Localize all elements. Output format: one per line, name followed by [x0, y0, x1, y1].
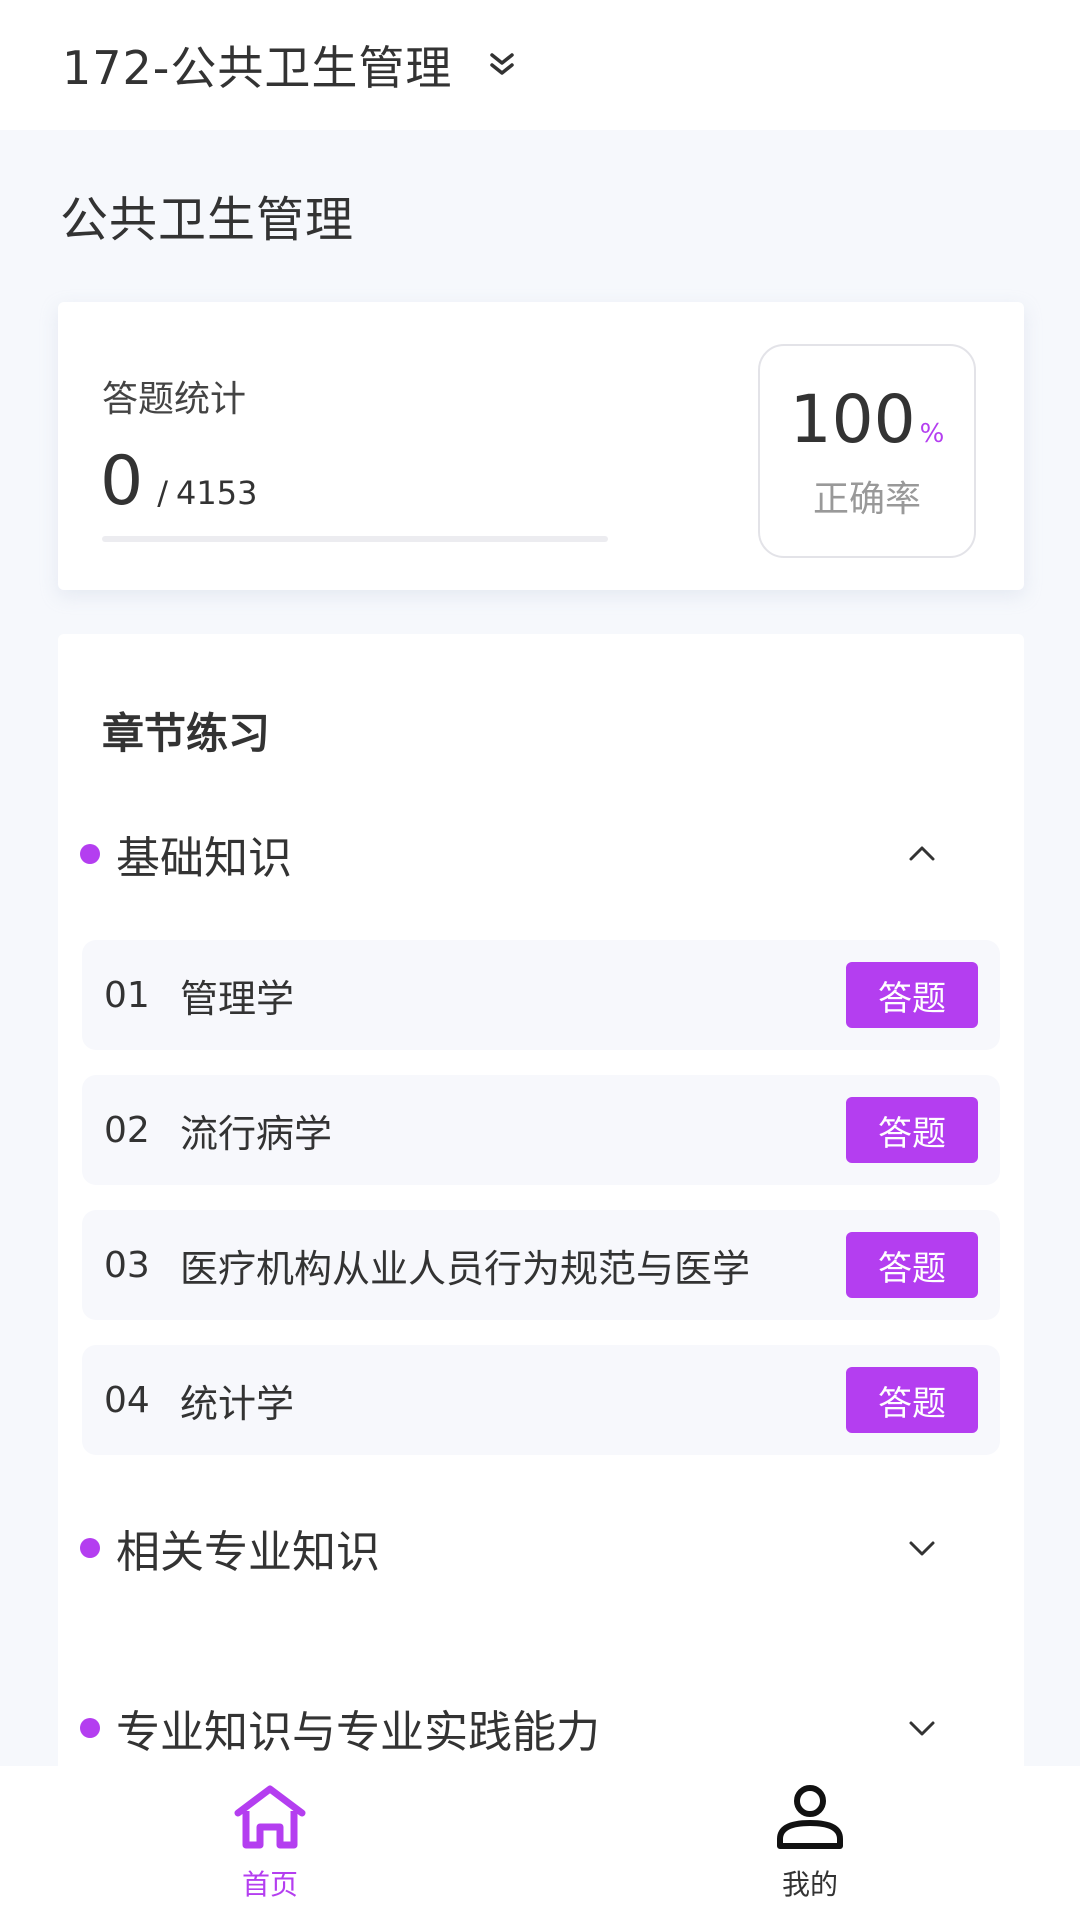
chevron-up-icon[interactable] [904, 836, 940, 872]
user-icon [774, 1783, 846, 1855]
accuracy-box: 100 % 正确率 [758, 344, 976, 558]
answered-number: 0 [100, 442, 144, 521]
progress-bar [102, 536, 608, 542]
bullet-dot [80, 1718, 100, 1738]
stats-card: 答题统计 0 / 4153 100 % 正确率 [58, 302, 1024, 590]
answer-button[interactable]: 答题 [846, 1232, 978, 1298]
list-item[interactable]: 04 统计学 答题 [82, 1345, 1000, 1455]
stats-label: 答题统计 [102, 379, 247, 420]
section-label: 基础知识 [116, 833, 292, 884]
section-header-related[interactable]: 相关专业知识 [80, 1508, 1000, 1588]
chevron-down-icon[interactable] [904, 1710, 940, 1746]
chapter-title: 章节练习 [102, 709, 271, 758]
count-separator: / [157, 474, 169, 512]
page-title: 公共卫生管理 [60, 192, 355, 248]
answer-button[interactable]: 答题 [846, 962, 978, 1028]
nav-label: 我的 [781, 1868, 838, 1901]
item-name: 流行病学 [180, 1111, 333, 1156]
top-bar: 172-公共卫生管理 [0, 0, 1080, 130]
nav-item-home[interactable]: 首页 [0, 1766, 540, 1920]
chevron-down-icon[interactable] [904, 1530, 940, 1566]
answer-button[interactable]: 答题 [846, 1367, 978, 1433]
section-label: 相关专业知识 [116, 1527, 380, 1578]
accuracy-number: 100 [789, 380, 916, 458]
item-name: 统计学 [180, 1381, 295, 1426]
item-index: 04 [104, 1379, 150, 1421]
section-header-professional[interactable]: 专业知识与专业实践能力 [80, 1688, 1000, 1768]
item-index: 01 [104, 974, 150, 1016]
answer-button[interactable]: 答题 [846, 1097, 978, 1163]
item-index: 03 [104, 1244, 150, 1286]
list-item[interactable]: 02 流行病学 答题 [82, 1075, 1000, 1185]
double-chevron-down-icon[interactable] [484, 47, 520, 83]
accuracy-value: 100 % [790, 381, 945, 458]
item-name: 医疗机构从业人员行为规范与医学 [180, 1246, 751, 1291]
nav-item-profile[interactable]: 我的 [540, 1766, 1080, 1920]
section-header-basic[interactable]: 基础知识 [80, 814, 1000, 894]
chapter-card: 章节练习 基础知识 01 管理学 答题 02 流行病学 答题 03 医疗机构从业… [58, 634, 1024, 1774]
exam-title[interactable]: 172-公共卫生管理 [62, 32, 452, 98]
bullet-dot [80, 844, 100, 864]
section-label: 专业知识与专业实践能力 [116, 1707, 600, 1758]
nav-label: 首页 [241, 1868, 298, 1901]
accuracy-unit: % [919, 418, 945, 449]
item-index: 02 [104, 1109, 150, 1151]
list-item[interactable]: 03 医疗机构从业人员行为规范与医学 答题 [82, 1210, 1000, 1320]
item-name: 管理学 [180, 976, 295, 1021]
total-number: 4153 [176, 474, 258, 512]
home-icon [232, 1783, 308, 1855]
answered-count: 0 / 4153 [100, 442, 257, 521]
accuracy-label: 正确率 [812, 478, 921, 520]
bottom-nav: 首页 我的 [0, 1766, 1080, 1920]
bullet-dot [80, 1538, 100, 1558]
list-item[interactable]: 01 管理学 答题 [82, 940, 1000, 1050]
